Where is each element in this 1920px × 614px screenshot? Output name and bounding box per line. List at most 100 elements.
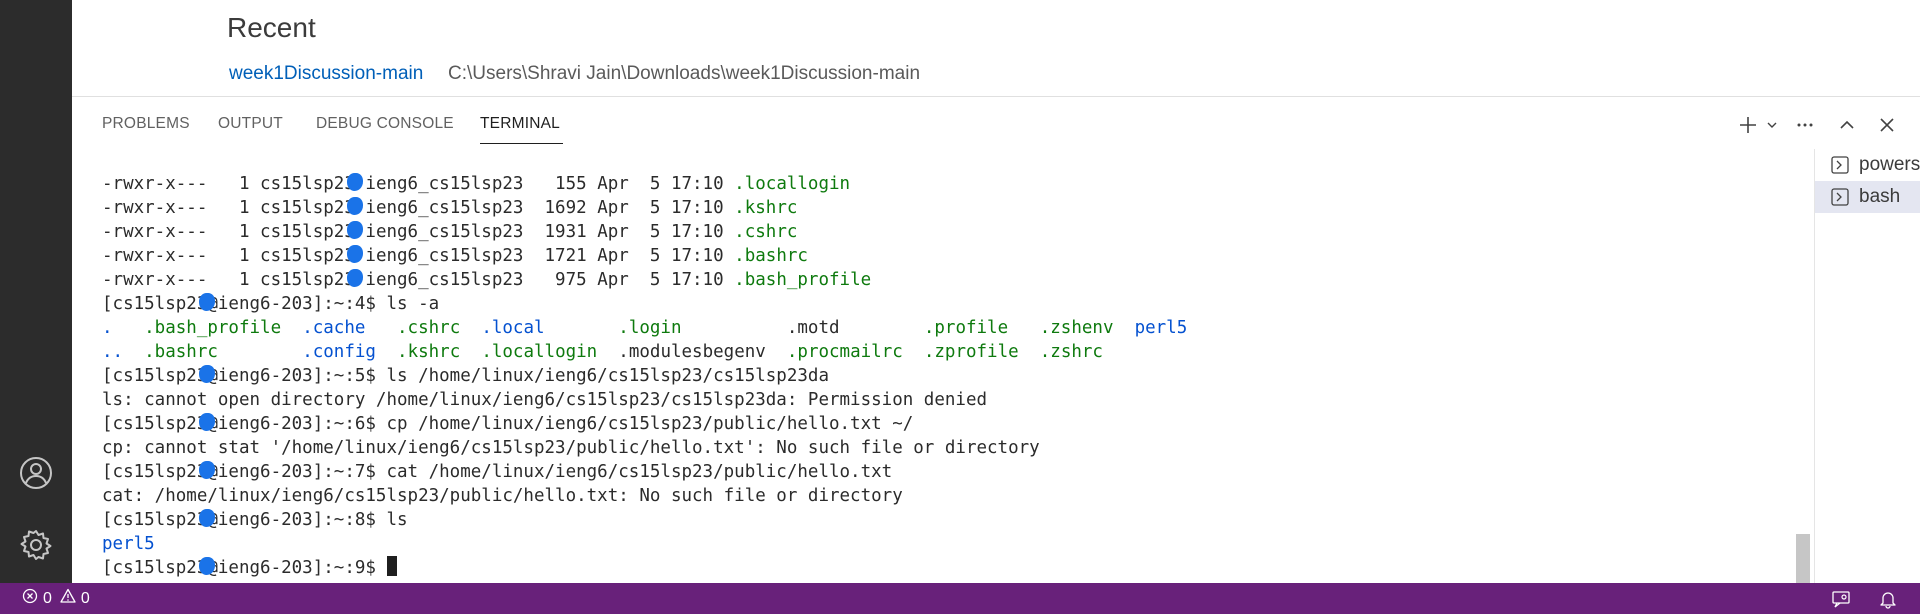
chevron-down-icon[interactable]	[1758, 111, 1786, 139]
terminal-text: .cshrc	[386, 318, 482, 338]
terminal-line: ls: cannot open directory /home/linux/ie…	[102, 388, 1802, 412]
terminal-text: .procmailrc	[786, 342, 924, 362]
terminal-line: .. .bashrc .config .kshrc .locallogin .m…	[102, 340, 1802, 364]
status-bar: 0 0	[0, 583, 1920, 614]
terminal-text: .locallogin	[734, 174, 851, 194]
more-actions-icon[interactable]	[1791, 111, 1819, 139]
session-label: bash	[1859, 186, 1901, 207]
terminal-text: .config	[249, 342, 398, 362]
terminal-text: .motd	[702, 318, 861, 338]
terminal-line: [cs15lsp23@ieng6-203]:~:6$ cp /home/linu…	[102, 412, 1802, 436]
terminal-text: .locallogin	[481, 342, 619, 362]
terminal-text: .modulesbegenv	[618, 342, 787, 362]
terminal-line: [cs15lsp23@ieng6-203]:~:9$	[102, 556, 1802, 580]
bottom-panel: PROBLEMS OUTPUT DEBUG CONSOLE TERMINAL -…	[72, 96, 1920, 584]
terminal-text: @ieng6-203]:~:5$ ls /home/linux/ieng6/cs…	[207, 366, 829, 386]
terminal-text: cat: /home/linux/ieng6/cs15lsp23/public/…	[102, 486, 903, 506]
terminal-text: .zshrc	[1039, 342, 1103, 362]
terminal-text: .cshrc	[734, 222, 798, 242]
warning-icon	[60, 588, 76, 609]
terminal-text: ieng6_cs15lsp23 975 Apr 5 17:10	[354, 270, 735, 290]
terminal-text: ..	[102, 342, 134, 362]
tab-terminal[interactable]: TERMINAL	[480, 115, 560, 133]
terminal-text: @ieng6-203]:~:9$	[207, 558, 387, 578]
terminal-line: [cs15lsp23@ieng6-203]:~:8$ ls	[102, 508, 1802, 532]
terminal-line: -rwxr-x--- 1 cs15lsp23 ieng6_cs15lsp23 9…	[102, 268, 1802, 292]
terminal-text: .profile	[860, 318, 1030, 338]
terminal-text: .login	[565, 318, 703, 338]
terminal-text: @ieng6-203]:~:4$ ls -a	[207, 294, 440, 314]
terminal-line: [cs15lsp23@ieng6-203]:~:5$ ls /home/linu…	[102, 364, 1802, 388]
terminal-text: -rwxr-x--- 1 cs15lsp23	[102, 198, 355, 218]
terminal-text: .zshenv	[1029, 318, 1135, 338]
tab-output[interactable]: OUTPUT	[218, 115, 283, 133]
account-icon[interactable]	[16, 453, 56, 493]
terminal-text: .	[102, 318, 134, 338]
terminal-line: cp: cannot stat '/home/linux/ieng6/cs15l…	[102, 436, 1802, 460]
warning-count: 0	[80, 589, 90, 607]
terminal-text: [cs15lsp23	[102, 510, 208, 530]
terminal-text: [cs15lsp23	[102, 294, 208, 314]
feedback-icon[interactable]	[1830, 588, 1852, 610]
recent-heading: Recent	[227, 12, 316, 43]
terminal-text: @ieng6-203]:~:7$ cat /home/linux/ieng6/c…	[207, 462, 893, 482]
terminal-text: .kshrc	[734, 198, 798, 218]
terminal-text: perl5	[102, 534, 155, 554]
terminal-line: -rwxr-x--- 1 cs15lsp23 ieng6_cs15lsp23 1…	[102, 244, 1802, 268]
error-icon	[22, 588, 38, 609]
terminal-line: -rwxr-x--- 1 cs15lsp23 ieng6_cs15lsp23 1…	[102, 220, 1802, 244]
terminal-text: .bash_profile	[734, 270, 872, 290]
terminal-text: cp: cannot stat '/home/linux/ieng6/cs15l…	[102, 438, 1040, 458]
terminal-text: ls: cannot open directory /home/linux/ie…	[102, 390, 988, 410]
redaction-mark	[346, 245, 363, 263]
terminal-text: .local	[481, 318, 566, 338]
terminal-output[interactable]: -rwxr-x--- 1 cs15lsp23 ieng6_cs15lsp23 1…	[102, 172, 1802, 584]
terminal-text: [cs15lsp23	[102, 366, 208, 386]
terminal-line: . .bash_profile .cache .cshrc .local .lo…	[102, 316, 1802, 340]
activity-bar	[0, 0, 72, 583]
terminal-session-list: powershell bash	[1814, 149, 1920, 584]
terminal-text: .bash_profile	[133, 318, 303, 338]
recent-item-link[interactable]: week1Discussion-main	[229, 63, 423, 85]
session-label: powershell	[1859, 154, 1920, 175]
close-panel-icon[interactable]	[1873, 111, 1901, 139]
terminal-cursor	[387, 556, 398, 576]
terminal-text: -rwxr-x--- 1 cs15lsp23	[102, 222, 355, 242]
status-problems-indicator[interactable]: 0 0	[22, 588, 90, 609]
terminal-text: .kshrc	[397, 342, 482, 362]
session-item-bash[interactable]: bash	[1815, 181, 1920, 213]
terminal-icon	[1831, 156, 1849, 174]
terminal-line: cat: /home/linux/ieng6/cs15lsp23/public/…	[102, 484, 1802, 508]
settings-gear-icon[interactable]	[16, 525, 56, 565]
terminal-text: [cs15lsp23	[102, 558, 208, 578]
terminal-text: .bashrc	[133, 342, 250, 362]
redaction-mark	[346, 221, 363, 239]
maximize-panel-icon[interactable]	[1833, 111, 1861, 139]
recent-item-path: C:\Users\Shravi Jain\Downloads\week1Disc…	[448, 63, 921, 84]
tab-problems[interactable]: PROBLEMS	[102, 115, 190, 133]
terminal-icon	[1831, 188, 1849, 206]
terminal-line: -rwxr-x--- 1 cs15lsp23 ieng6_cs15lsp23 1…	[102, 172, 1802, 196]
terminal-text: perl5	[1134, 318, 1188, 338]
terminal-text: .bashrc	[734, 246, 808, 266]
session-item-powershell[interactable]: powershell	[1815, 149, 1920, 181]
error-count: 0	[43, 589, 52, 607]
terminal-scrollbar[interactable]	[1796, 172, 1810, 584]
notifications-bell-icon[interactable]	[1877, 588, 1899, 610]
terminal-text: ieng6_cs15lsp23 155 Apr 5 17:10	[354, 174, 735, 194]
tab-debug-console[interactable]: DEBUG CONSOLE	[316, 115, 454, 133]
terminal-text: [cs15lsp23	[102, 462, 208, 482]
terminal-line: [cs15lsp23@ieng6-203]:~:4$ ls -a	[102, 292, 1802, 316]
terminal-text: -rwxr-x--- 1 cs15lsp23	[102, 246, 355, 266]
terminal-text: ieng6_cs15lsp23 1721 Apr 5 17:10	[354, 246, 735, 266]
terminal-scrollbar-thumb[interactable]	[1796, 534, 1810, 584]
terminal-text: @ieng6-203]:~:8$ ls	[207, 510, 408, 530]
terminal-text: [cs15lsp23	[102, 414, 208, 434]
welcome-recent-section: Recent week1Discussion-main C:\Users\Shr…	[72, 0, 1920, 96]
terminal-line: [cs15lsp23@ieng6-203]:~:7$ cat /home/lin…	[102, 460, 1802, 484]
terminal-text: ieng6_cs15lsp23 1692 Apr 5 17:10	[354, 198, 735, 218]
terminal-text: -rwxr-x--- 1 cs15lsp23	[102, 174, 355, 194]
active-tab-indicator	[480, 143, 563, 144]
terminal-text: ieng6_cs15lsp23 1931 Apr 5 17:10	[354, 222, 735, 242]
terminal-text: @ieng6-203]:~:6$ cp /home/linux/ieng6/cs…	[207, 414, 914, 434]
